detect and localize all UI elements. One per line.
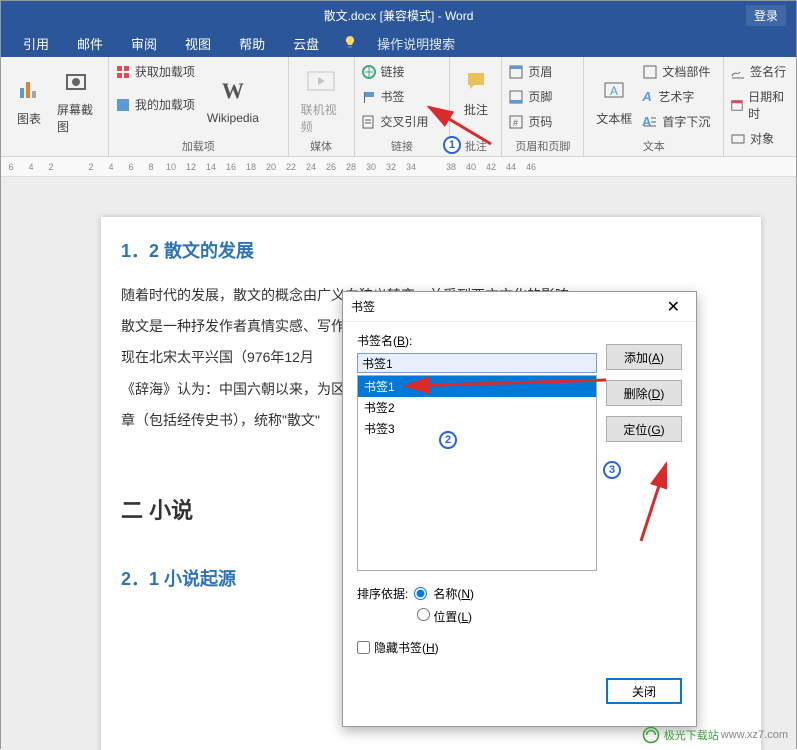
online-video-button[interactable]: 联机视频 [295, 61, 348, 139]
menu-review[interactable]: 审阅 [131, 34, 157, 53]
sort-location-label: 位置(L) [433, 610, 472, 624]
login-button[interactable]: 登录 [746, 5, 786, 26]
bookmark-name-input[interactable] [357, 353, 597, 373]
comment-button[interactable]: 批注 [456, 61, 495, 122]
tell-me-input[interactable]: 操作说明搜索 [377, 34, 455, 53]
add-button[interactable]: 添加(A) [606, 344, 682, 370]
sort-name-radio[interactable] [414, 587, 427, 600]
bookmark-list[interactable]: 书签1 书签2 书签3 [357, 375, 597, 571]
my-addins-button[interactable]: 我的加载项 [115, 96, 195, 113]
screenshot-button[interactable]: 屏幕截图 [51, 61, 102, 139]
menu-mailings[interactable]: 邮件 [77, 34, 103, 53]
sort-label: 排序依据: [357, 585, 408, 602]
crossref-button[interactable]: 交叉引用 [361, 113, 444, 130]
dialog-title-text: 书签 [351, 298, 375, 315]
textbox-button[interactable]: A 文本框 [590, 61, 638, 139]
headerfooter-group-label: 页眉和页脚 [502, 138, 583, 154]
dialog-titlebar[interactable]: 书签 ✕ [343, 292, 696, 322]
close-button[interactable]: 关闭 [606, 678, 682, 704]
delete-button[interactable]: 删除(D) [606, 380, 682, 406]
watermark: 极光下载站 www.xz7.com [642, 726, 788, 744]
heading-1-2: 1．2 散文的发展 [121, 237, 741, 263]
dropcap-button[interactable]: A 首字下沉 [642, 113, 710, 130]
svg-text:A: A [642, 114, 652, 129]
screenshot-label: 屏幕截图 [57, 101, 96, 135]
svg-text:#: # [513, 118, 518, 128]
watermark-icon [642, 726, 660, 744]
annotation-badge-1: 1 [443, 136, 461, 154]
watermark-text: 极光下载站 [664, 727, 719, 743]
sort-location-radio[interactable] [417, 608, 430, 621]
wordart-button[interactable]: A 艺术字 [642, 88, 710, 105]
svg-text:A: A [610, 84, 618, 98]
title-bar: 散文.docx [兼容模式] - Word 登录 [1, 1, 796, 29]
hidden-bookmarks-label: 隐藏书签(H) [374, 639, 439, 656]
sort-name-label: 名称(N) [433, 585, 474, 602]
annotation-badge-2: 2 [439, 431, 457, 449]
lightbulb-icon [343, 35, 357, 52]
chart-button[interactable]: 图表 [7, 61, 51, 139]
menu-references[interactable]: 引用 [23, 34, 49, 53]
list-item[interactable]: 书签3 [358, 418, 596, 439]
goto-button[interactable]: 定位(G) [606, 416, 682, 442]
close-icon[interactable]: ✕ [659, 295, 688, 319]
pagenum-button[interactable]: # 页码 [508, 113, 577, 130]
object-button[interactable]: 对象 [730, 130, 790, 147]
text-group-label: 文本 [584, 138, 723, 154]
get-addins-button[interactable]: 获取加载项 [115, 63, 195, 80]
ribbon: 图表 屏幕截图 获取加载项 我的加载项 W Wikipe [1, 57, 796, 157]
horizontal-ruler[interactable]: 6 4 2 2 4 6 8 10 12 14 16 18 20 22 24 26… [1, 157, 796, 177]
parts-button[interactable]: 文档部件 [642, 63, 710, 80]
footer-button[interactable]: 页脚 [508, 88, 577, 105]
header-button[interactable]: 页眉 [508, 63, 577, 80]
menu-cloud[interactable]: 云盘 [293, 34, 319, 53]
chart-label: 图表 [17, 110, 41, 127]
wikipedia-button[interactable]: W Wikipedia [201, 61, 265, 139]
bookmark-button[interactable]: 书签 [361, 88, 444, 105]
link-button[interactable]: 链接 [361, 63, 444, 80]
menu-view[interactable]: 视图 [185, 34, 211, 53]
list-item[interactable]: 书签1 [358, 376, 596, 397]
list-item[interactable]: 书签2 [358, 397, 596, 418]
menu-help[interactable]: 帮助 [239, 34, 265, 53]
bookmark-dialog: 书签 ✕ 书签名(B): 书签1 书签2 书签3 添加(A) 删除(D) 定位(… [342, 291, 697, 727]
menu-bar: 引用 邮件 审阅 视图 帮助 云盘 操作说明搜索 [1, 29, 796, 57]
watermark-url: www.xz7.com [721, 729, 788, 741]
media-group-label: 媒体 [289, 138, 354, 154]
datetime-button[interactable]: 日期和时 [730, 88, 790, 122]
links-group-label: 链接 [355, 138, 450, 154]
hidden-bookmarks-checkbox[interactable] [357, 641, 370, 654]
window-title: 散文.docx [兼容模式] - Word [324, 7, 474, 24]
sigline-button[interactable]: 签名行 [730, 63, 790, 80]
annotation-badge-3: 3 [603, 461, 621, 479]
addins-group-label: 加载项 [109, 138, 288, 154]
